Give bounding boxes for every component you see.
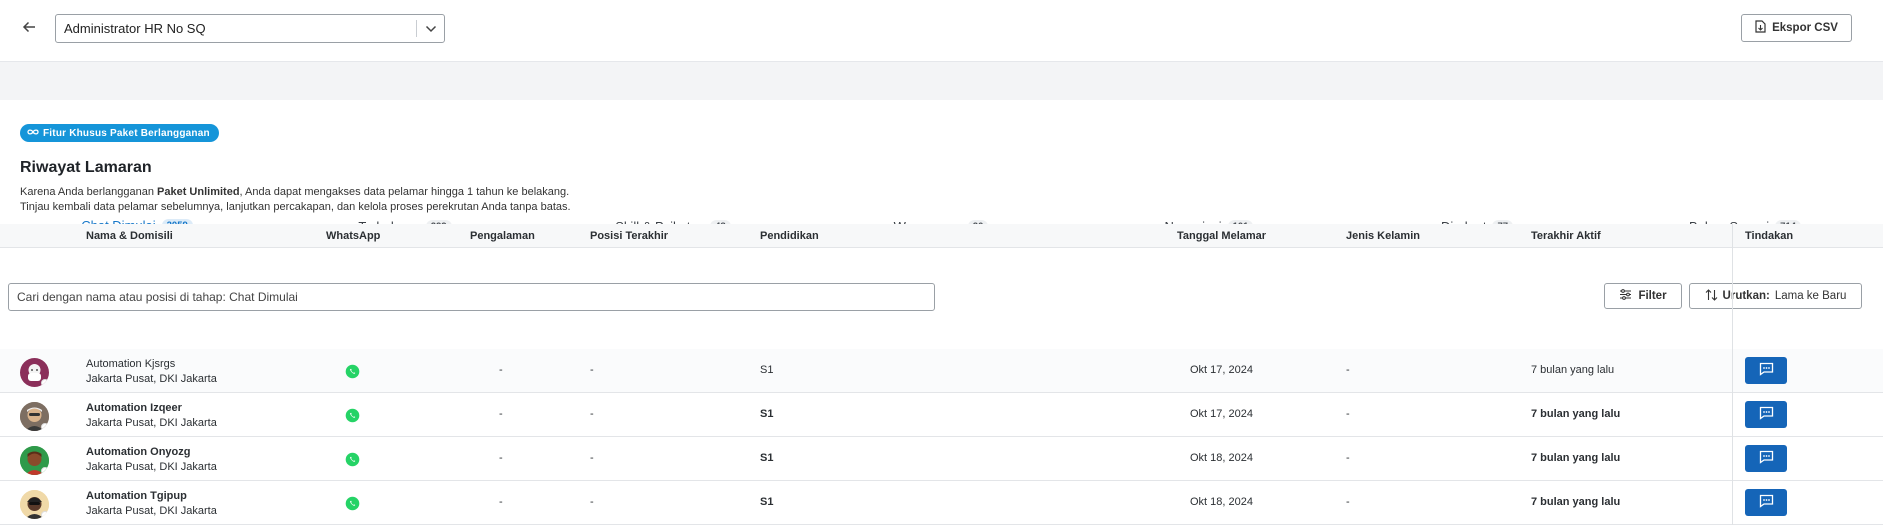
col-last-position: Posisi Terakhir (590, 230, 669, 242)
chat-bubble-icon (1759, 362, 1774, 379)
chevron-down-icon (417, 25, 444, 33)
infinity-icon (27, 128, 39, 139)
table-row[interactable]: Automation Izqeer Jakarta Pusat, DKI Jak… (0, 393, 1883, 437)
applicant-name-location: Automation Tgipup Jakarta Pusat, DKI Jak… (86, 489, 217, 519)
chat-bubble-icon (1759, 450, 1774, 467)
sliders-icon (1619, 289, 1632, 303)
last-position-value: - (590, 364, 594, 376)
company-select-value: Administrator HR No SQ (64, 21, 206, 36)
experience-value: - (499, 496, 503, 508)
last-position-value: - (590, 408, 594, 420)
file-export-icon (1755, 20, 1766, 36)
sort-value: Lama ke Baru (1774, 290, 1847, 302)
last-position-value: - (590, 452, 594, 464)
badge-label: Fitur Khusus Paket Berlangganan (43, 127, 210, 139)
col-gender: Jenis Kelamin (1346, 230, 1420, 242)
applicant-name[interactable]: Automation Onyozg (86, 445, 217, 460)
applicant-name-location: Automation Kjsrgs Jakarta Pusat, DKI Jak… (86, 357, 217, 387)
search-input[interactable]: Cari dengan nama atau posisi di tahap: C… (8, 283, 935, 311)
last-active-value: 7 bulan yang lalu (1531, 408, 1621, 420)
table-header: Nama & Domisili WhatsApp Pengalaman Posi… (0, 224, 1883, 248)
chat-button[interactable] (1745, 445, 1787, 472)
applicant-location: Jakarta Pusat, DKI Jakarta (86, 505, 217, 517)
filter-button[interactable]: Filter (1604, 283, 1682, 309)
table-row[interactable]: Automation Tgipup Jakarta Pusat, DKI Jak… (0, 481, 1883, 525)
applicant-name[interactable]: Automation Kjsrgs (86, 357, 217, 372)
action-column-divider (1732, 224, 1733, 525)
last-active-value: 7 bulan yang lalu (1531, 452, 1621, 464)
applicant-name-location: Automation Izqeer Jakarta Pusat, DKI Jak… (86, 401, 217, 431)
experience-value: - (499, 364, 503, 376)
experience-value: - (499, 452, 503, 464)
sort-button[interactable]: Urutkan: Lama ke Baru (1689, 283, 1862, 309)
company-select[interactable]: Administrator HR No SQ (55, 14, 445, 43)
page-gap (0, 63, 1883, 100)
col-education: Pendidikan (760, 230, 819, 242)
applicant-location: Jakarta Pusat, DKI Jakarta (86, 461, 217, 473)
gender-value: - (1346, 452, 1350, 464)
applicant-name[interactable]: Automation Tgipup (86, 489, 217, 504)
applied-date-value: Okt 18, 2024 (1190, 496, 1253, 508)
applicant-name[interactable]: Automation Izqeer (86, 401, 217, 416)
applicant-location: Jakarta Pusat, DKI Jakarta (86, 417, 217, 429)
col-applied-date: Tanggal Melamar (1177, 230, 1267, 242)
applied-date-value: Okt 18, 2024 (1190, 452, 1253, 464)
avatar (20, 358, 49, 387)
applicant-location: Jakarta Pusat, DKI Jakarta (86, 373, 217, 385)
applied-date-value: Okt 17, 2024 (1190, 364, 1253, 376)
chat-button[interactable] (1745, 489, 1787, 516)
whatsapp-icon[interactable] (345, 496, 360, 511)
chat-button[interactable] (1745, 401, 1787, 428)
sort-label: Urutkan: (1722, 290, 1770, 302)
applied-date-value: Okt 17, 2024 (1190, 408, 1253, 420)
education-value: S1 (760, 408, 774, 420)
gender-value: - (1346, 364, 1350, 376)
avatar (20, 446, 49, 475)
chat-bubble-icon (1759, 406, 1774, 423)
col-action: Tindakan (1745, 230, 1794, 242)
back-arrow-icon[interactable] (18, 16, 40, 38)
chat-bubble-icon (1759, 494, 1774, 511)
col-name: Nama & Domisili (86, 230, 173, 242)
education-value: S1 (760, 364, 774, 376)
top-bar: Administrator HR No SQ Ekspor CSV (0, 0, 1883, 62)
education-value: S1 (760, 496, 774, 508)
page-title: Riwayat Lamaran (20, 159, 152, 176)
experience-value: - (499, 408, 503, 420)
filter-label: Filter (1638, 290, 1667, 302)
sort-arrows-icon (1705, 288, 1718, 304)
gender-value: - (1346, 408, 1350, 420)
description-line-1: Karena Anda berlangganan Paket Unlimited… (20, 186, 570, 198)
applicant-name-location: Automation Onyozg Jakarta Pusat, DKI Jak… (86, 445, 217, 475)
chat-button[interactable] (1745, 357, 1787, 384)
col-whatsapp: WhatsApp (326, 230, 381, 242)
col-experience: Pengalaman (470, 230, 535, 242)
col-last-active: Terakhir Aktif (1531, 230, 1601, 242)
last-active-value: 7 bulan yang lalu (1531, 364, 1615, 376)
table-row[interactable]: Automation Kjsrgs Jakarta Pusat, DKI Jak… (0, 349, 1883, 393)
whatsapp-icon[interactable] (345, 364, 360, 379)
last-active-value: 7 bulan yang lalu (1531, 496, 1621, 508)
education-value: S1 (760, 452, 774, 464)
table-row[interactable]: Automation Onyozg Jakarta Pusat, DKI Jak… (0, 437, 1883, 481)
avatar (20, 490, 49, 519)
subscription-badge: Fitur Khusus Paket Berlangganan (20, 124, 219, 142)
whatsapp-icon[interactable] (345, 452, 360, 467)
avatar (20, 402, 49, 431)
gender-value: - (1346, 496, 1350, 508)
whatsapp-icon[interactable] (345, 408, 360, 423)
export-label: Ekspor CSV (1772, 22, 1838, 34)
last-position-value: - (590, 496, 594, 508)
export-csv-button[interactable]: Ekspor CSV (1741, 14, 1852, 42)
